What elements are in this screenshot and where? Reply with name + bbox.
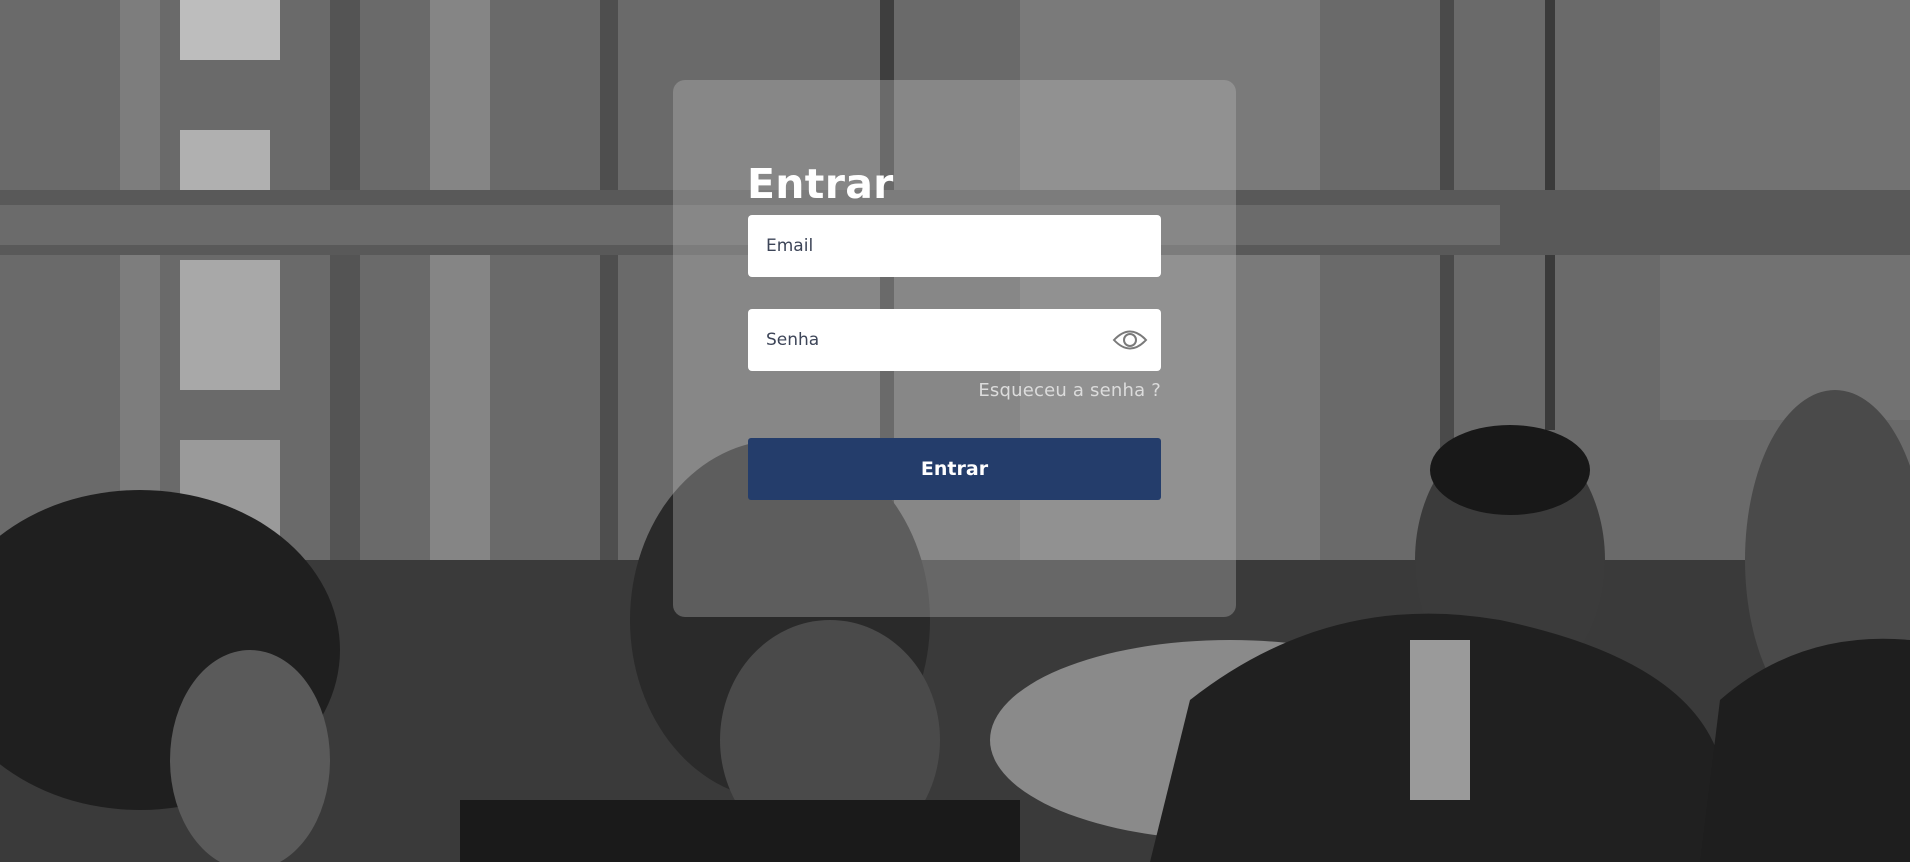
login-submit-button[interactable]: Entrar [748,438,1161,500]
password-field[interactable] [748,309,1161,371]
eye-icon[interactable] [1112,325,1148,355]
login-title: Entrar [747,160,894,208]
forgot-password-link[interactable]: Esqueceu a senha ? [978,380,1161,401]
email-field[interactable] [748,215,1161,277]
